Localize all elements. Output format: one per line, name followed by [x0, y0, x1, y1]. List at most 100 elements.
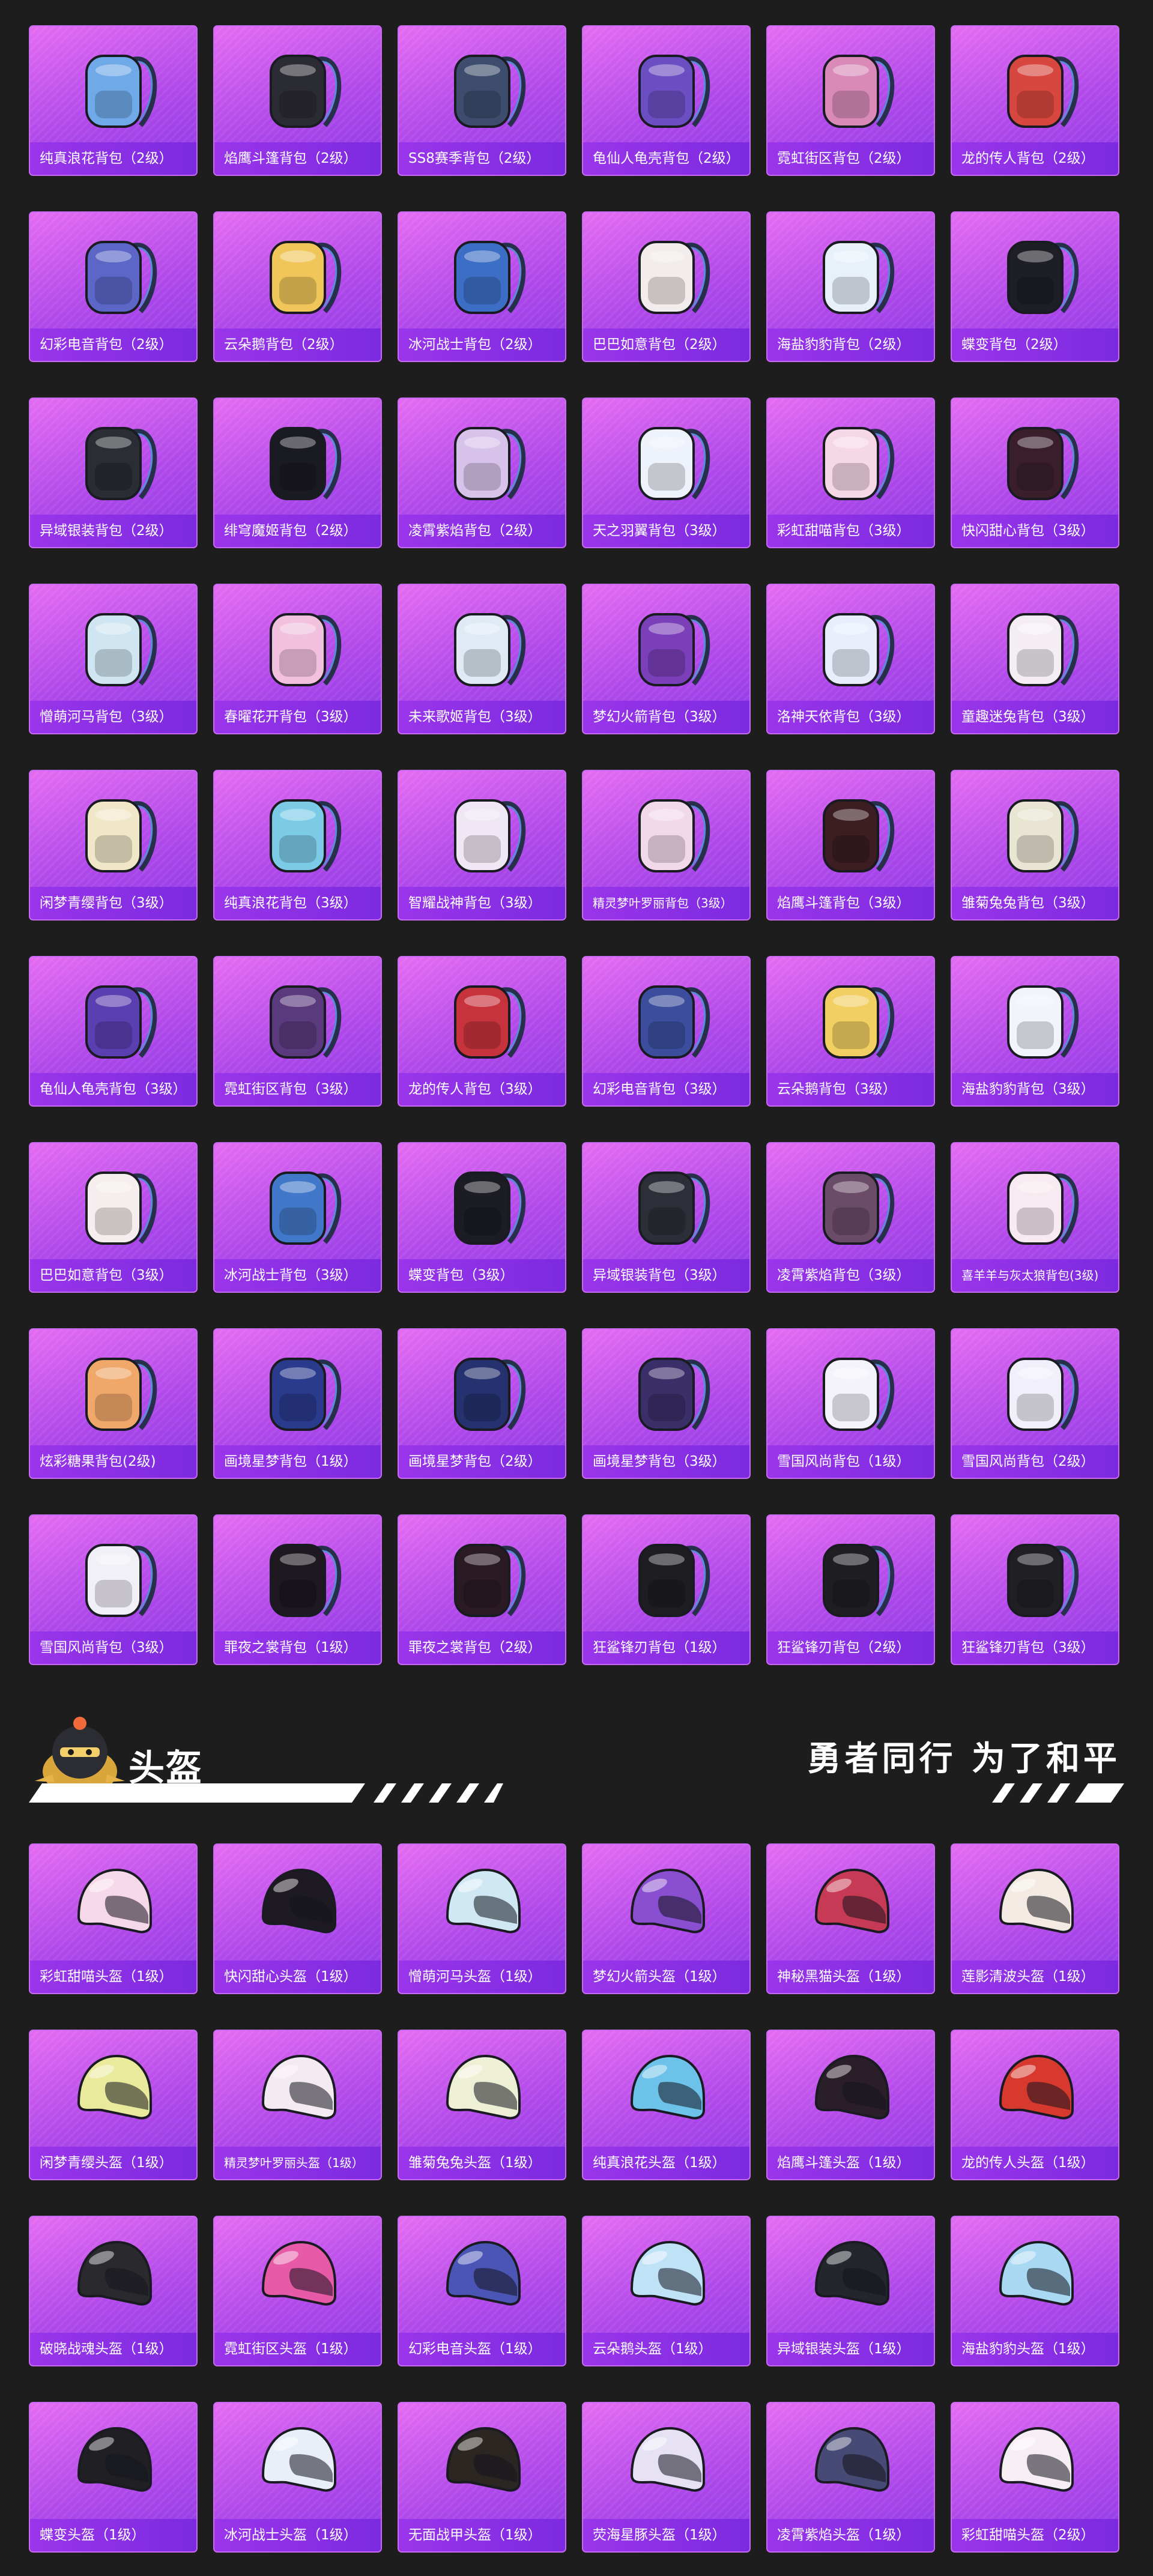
item-label: 彩虹甜喵头盔（2级） — [952, 2519, 1118, 2551]
backpack-card[interactable]: 憎萌河马背包（3级） — [29, 584, 198, 734]
backpack-card[interactable]: 智耀战神背包（3级） — [398, 770, 566, 921]
item-label: 蝶变头盔（1级） — [30, 2519, 196, 2551]
backpack-card[interactable]: 春曜花开背包（3级） — [213, 584, 382, 734]
backpack-card[interactable]: 洛神天依背包（3级） — [766, 584, 935, 734]
backpack-card[interactable]: 快闪甜心背包（3级） — [951, 398, 1119, 548]
backpack-icon — [214, 1143, 381, 1263]
backpack-card[interactable]: 彩虹甜喵背包（3级） — [766, 398, 935, 548]
helmet-card[interactable]: 纯真浪花头盔（1级） — [582, 2030, 751, 2180]
item-label: SS8赛季背包（2级） — [399, 142, 565, 175]
backpack-card[interactable]: SS8赛季背包（2级） — [398, 25, 566, 176]
helmet-card[interactable]: 龙的传人头盔（1级） — [951, 2030, 1119, 2180]
helmet-icon — [583, 2403, 749, 2523]
helmet-icon — [952, 2403, 1118, 2523]
backpack-card[interactable]: 童趣迷兔背包（3级） — [951, 584, 1119, 734]
backpack-icon — [952, 1329, 1118, 1450]
helmet-card[interactable]: 精灵梦叶罗丽头盔（1级） — [213, 2030, 382, 2180]
backpack-card[interactable]: 霓虹街区背包（2级） — [766, 25, 935, 176]
helmet-icon — [952, 1845, 1118, 1965]
backpack-card[interactable]: 异域银装背包（2级） — [29, 398, 198, 548]
backpack-card[interactable]: 天之羽翼背包（3级） — [582, 398, 751, 548]
helmet-card[interactable]: 焰鹰斗篷头盔（1级） — [766, 2030, 935, 2180]
backpack-card[interactable]: 冰河战士背包（3级） — [213, 1142, 382, 1293]
backpack-icon — [399, 213, 565, 333]
item-label: 绯穹魔姬背包（2级） — [214, 515, 381, 547]
backpack-card[interactable]: 雪国风尚背包（2级） — [951, 1328, 1119, 1479]
backpack-card[interactable]: 龙的传人背包（3级） — [398, 956, 566, 1107]
backpack-card[interactable]: 蝶变背包（3级） — [398, 1142, 566, 1293]
backpack-icon — [30, 26, 196, 147]
backpack-card[interactable]: 幻彩电音背包（3级） — [582, 956, 751, 1107]
backpack-card[interactable]: 闲梦青缨背包（3级） — [29, 770, 198, 921]
backpack-card[interactable]: 罪夜之裳背包（1级） — [213, 1514, 382, 1665]
helmet-icon — [30, 1845, 196, 1965]
item-label: 憎萌河马头盔（1级） — [399, 1961, 565, 1993]
helmet-card[interactable]: 彩虹甜喵头盔（2级） — [951, 2402, 1119, 2553]
backpack-card[interactable]: 云朵鹅背包（3级） — [766, 956, 935, 1107]
backpack-icon — [399, 957, 565, 1077]
backpack-card[interactable]: 海盐豹豹背包（2级） — [766, 211, 935, 362]
helmet-card[interactable]: 海盐豹豹头盔（1级） — [951, 2216, 1119, 2366]
helmet-card[interactable]: 快闪甜心头盔（1级） — [213, 1843, 382, 1994]
backpack-card[interactable]: 雪国风尚背包（3级） — [29, 1514, 198, 1665]
backpack-card[interactable]: 画境星梦背包（1级） — [213, 1328, 382, 1479]
backpack-card[interactable]: 异域银装背包（3级） — [582, 1142, 751, 1293]
item-label: 喜羊羊与灰太狼背包(3级) — [952, 1259, 1118, 1292]
backpack-card[interactable]: 海盐豹豹背包（3级） — [951, 956, 1119, 1107]
backpack-card[interactable]: 精灵梦叶罗丽背包（3级） — [582, 770, 751, 921]
backpack-card[interactable]: 龟仙人龟壳背包（3级） — [29, 956, 198, 1107]
backpack-card[interactable]: 纯真浪花背包（3级） — [213, 770, 382, 921]
backpack-icon — [214, 1516, 381, 1636]
backpack-card[interactable]: 霓虹街区背包（3级） — [213, 956, 382, 1107]
backpack-card[interactable]: 绯穹魔姬背包（2级） — [213, 398, 382, 548]
backpack-card[interactable]: 狂鲨锋刃背包（1级） — [582, 1514, 751, 1665]
backpack-card[interactable]: 巴巴如意背包（2级） — [582, 211, 751, 362]
helmet-card[interactable]: 异域银装头盔（1级） — [766, 2216, 935, 2366]
backpack-card[interactable]: 狂鲨锋刃背包（3级） — [951, 1514, 1119, 1665]
backpack-card[interactable]: 巴巴如意背包（3级） — [29, 1142, 198, 1293]
helmet-card[interactable]: 蝶变头盔（1级） — [29, 2402, 198, 2553]
helmet-card[interactable]: 憎萌河马头盔（1级） — [398, 1843, 566, 1994]
backpack-icon — [30, 1329, 196, 1450]
backpack-card[interactable]: 纯真浪花背包（2级） — [29, 25, 198, 176]
item-label: 破晓战魂头盔（1级） — [30, 2333, 196, 2365]
helmet-card[interactable]: 神秘黑猫头盔（1级） — [766, 1843, 935, 1994]
backpack-card[interactable]: 焰鹰斗篷背包（2级） — [213, 25, 382, 176]
backpack-card[interactable]: 幻彩电音背包（2级） — [29, 211, 198, 362]
item-label: 无面战甲头盔（1级） — [399, 2519, 565, 2551]
helmet-card[interactable]: 幻彩电音头盔（1级） — [398, 2216, 566, 2366]
backpack-card[interactable]: 罪夜之裳背包（2级） — [398, 1514, 566, 1665]
backpack-card[interactable]: 焰鹰斗篷背包（3级） — [766, 770, 935, 921]
backpack-card[interactable]: 未来歌姬背包（3级） — [398, 584, 566, 734]
backpack-card[interactable]: 画境星梦背包（2级） — [398, 1328, 566, 1479]
backpack-card[interactable]: 画境星梦背包（3级） — [582, 1328, 751, 1479]
helmet-card[interactable]: 凌霄紫焰头盔（1级） — [766, 2402, 935, 2553]
backpack-card[interactable]: 喜羊羊与灰太狼背包(3级) — [951, 1142, 1119, 1293]
helmet-card[interactable]: 无面战甲头盔（1级） — [398, 2402, 566, 2553]
backpack-card[interactable]: 凌霄紫焰背包（2级） — [398, 398, 566, 548]
helmet-card[interactable]: 霓虹街区头盔（1级） — [213, 2216, 382, 2366]
backpack-card[interactable]: 雏菊兔兔背包（3级） — [951, 770, 1119, 921]
helmet-card[interactable]: 雏菊兔兔头盔（1级） — [398, 2030, 566, 2180]
backpack-card[interactable]: 梦幻火箭背包（3级） — [582, 584, 751, 734]
backpack-icon — [214, 771, 381, 891]
backpack-card[interactable]: 龙的传人背包（2级） — [951, 25, 1119, 176]
helmet-card[interactable]: 闲梦青缨头盔（1级） — [29, 2030, 198, 2180]
backpack-icon — [214, 957, 381, 1077]
backpack-card[interactable]: 雪国风尚背包（1级） — [766, 1328, 935, 1479]
backpack-card[interactable]: 凌霄紫焰背包（3级） — [766, 1142, 935, 1293]
backpack-card[interactable]: 龟仙人龟壳背包（2级） — [582, 25, 751, 176]
helmet-card[interactable]: 彩虹甜喵头盔（1级） — [29, 1843, 198, 1994]
backpack-card[interactable]: 炫彩糖果背包(2级) — [29, 1328, 198, 1479]
helmet-card[interactable]: 冰河战士头盔（1级） — [213, 2402, 382, 2553]
helmet-card[interactable]: 莲影清波头盔（1级） — [951, 1843, 1119, 1994]
helmet-card[interactable]: 梦幻火箭头盔（1级） — [582, 1843, 751, 1994]
helmet-card[interactable]: 荧海星豚头盔（1级） — [582, 2402, 751, 2553]
backpack-card[interactable]: 狂鲨锋刃背包（2级） — [766, 1514, 935, 1665]
backpack-card[interactable]: 冰河战士背包（2级） — [398, 211, 566, 362]
backpack-card[interactable]: 蝶变背包（2级） — [951, 211, 1119, 362]
item-label: 闲梦青缨头盔（1级） — [30, 2147, 196, 2179]
helmet-card[interactable]: 云朵鹅头盔（1级） — [582, 2216, 751, 2366]
helmet-card[interactable]: 破晓战魂头盔（1级） — [29, 2216, 198, 2366]
backpack-card[interactable]: 云朵鹅背包（2级） — [213, 211, 382, 362]
